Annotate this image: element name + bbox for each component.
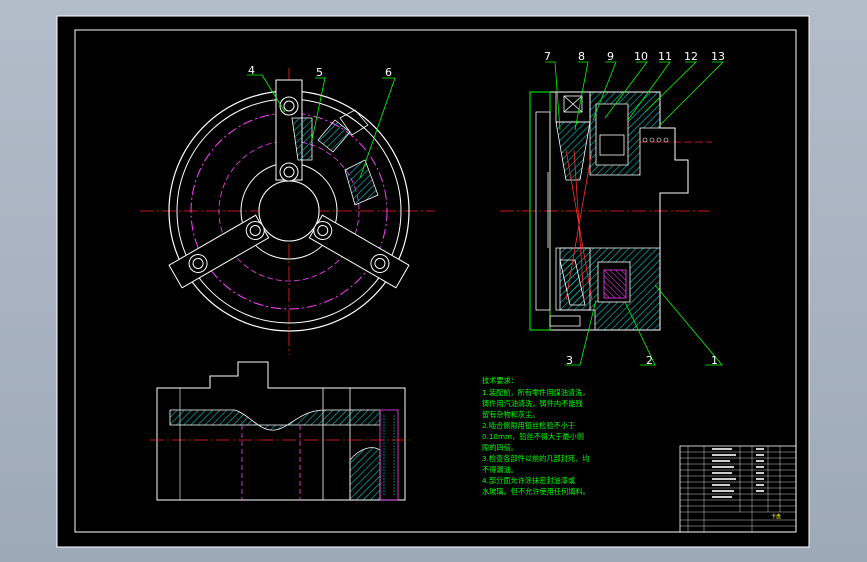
part-label: 11 (658, 50, 672, 63)
note-line: 留有杂物和灰尘。 (482, 410, 540, 419)
part-label: 2 (646, 354, 653, 367)
part-label: 10 (634, 50, 648, 63)
part-label: 6 (385, 66, 392, 79)
note-line: 隙的四倍。 (482, 443, 518, 452)
note-line: 0.10mm，铅丝不得大于最小侧 (482, 432, 584, 441)
part-label: 12 (684, 50, 698, 63)
note-line: 水玻璃。但不允许使用任何填料。 (482, 487, 590, 496)
note-line: 不得漏油。 (482, 465, 518, 474)
note-line: 2.啮合侧隙用铅丝检验不小于 (482, 421, 575, 430)
technical-notes: 技术要求： 1.装配前，所有零件用煤油清洗， 铸件用汽油清洗，铸件内不能残 留有… (482, 376, 590, 496)
note-line: 4.部分面允许涂抹密封油漆或 (482, 476, 575, 485)
part-label: 3 (566, 354, 573, 367)
part-label: 9 (607, 50, 614, 63)
drawing-canvas[interactable]: 4 5 6 7 8 9 10 11 12 13 3 2 1 技术要求： 1.装配… (0, 0, 867, 562)
note-line: 3.检查各部件以前的几部封死，均 (482, 454, 589, 463)
title-block-name: 卡盘 (771, 513, 781, 520)
part-label: 4 (248, 64, 255, 77)
note-line: 1.装配前，所有零件用煤油清洗， (482, 388, 589, 397)
drawing-sheet (57, 16, 809, 547)
cad-viewport[interactable]: 4 5 6 7 8 9 10 11 12 13 3 2 1 技术要求： 1.装配… (0, 0, 867, 562)
part-label: 13 (711, 50, 725, 63)
part-label: 7 (544, 50, 551, 63)
part-label: 5 (316, 66, 323, 79)
part-label: 1 (711, 354, 718, 367)
notes-title: 技术要求： (482, 376, 518, 385)
part-label: 8 (578, 50, 585, 63)
note-line: 铸件用汽油清洗，铸件内不能残 (482, 399, 583, 408)
